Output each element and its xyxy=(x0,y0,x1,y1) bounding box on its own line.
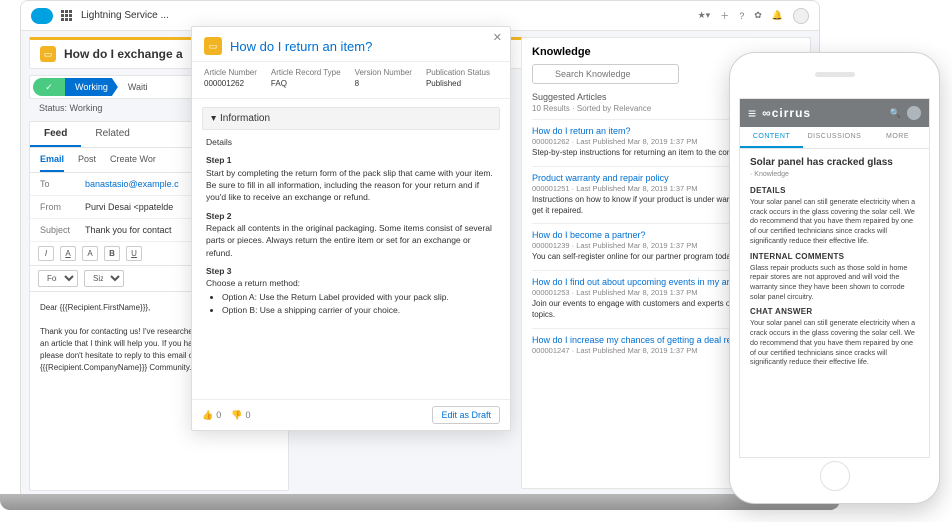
status-line: Status: Working xyxy=(39,103,102,113)
subtab-post[interactable]: Post xyxy=(78,148,96,172)
path-stage-working[interactable]: Working xyxy=(65,78,118,96)
phone-tab-discussions[interactable]: DISCUSSIONS xyxy=(803,127,866,148)
thumbs-down-icon: 👎 xyxy=(231,410,242,421)
page-title: How do I exchange a xyxy=(64,47,183,61)
to-value[interactable]: banastasio@example.c xyxy=(85,179,179,189)
favorite-icon[interactable]: ★▾ xyxy=(698,10,711,21)
step3-heading: Step 3 xyxy=(206,265,496,277)
thumbs-up-button[interactable]: 👍0 xyxy=(202,410,221,421)
salesforce-logo-icon xyxy=(31,8,53,24)
step3-option-b: Option B: Use a shipping carrier of your… xyxy=(222,304,496,316)
section-text: Your solar panel can still generate elec… xyxy=(750,318,919,367)
step2-heading: Step 2 xyxy=(206,210,496,222)
step1-text: Start by completing the return form of t… xyxy=(206,167,496,204)
breadcrumb: · Knowledge xyxy=(750,171,919,178)
laptop-base xyxy=(0,494,840,510)
underline-a-button[interactable]: A xyxy=(60,246,76,261)
search-input[interactable] xyxy=(532,64,679,84)
phone-frame: ≡ ∞cirrus 🔍 CONTENT DISCUSSIONS MORE Sol… xyxy=(729,52,940,504)
step3-text: Choose a return method: xyxy=(206,277,496,289)
article-icon: ▭ xyxy=(40,46,56,62)
section-text: Your solar panel can still generate elec… xyxy=(750,197,919,246)
phone-header: ≡ ∞cirrus 🔍 xyxy=(740,99,929,127)
add-icon[interactable]: ＋ xyxy=(720,9,729,22)
section-heading: CHAT ANSWER xyxy=(750,307,919,316)
modal-title: How do I return an item? xyxy=(230,39,372,54)
font-select[interactable]: Font xyxy=(38,270,78,287)
italic-button[interactable]: I xyxy=(38,246,54,261)
thumbs-down-button[interactable]: 👎0 xyxy=(231,410,250,421)
underline-button[interactable]: U xyxy=(126,246,142,261)
step2-text: Repack all contents in the original pack… xyxy=(206,222,496,259)
thumbs-up-icon: 👍 xyxy=(202,410,213,421)
tab-related[interactable]: Related xyxy=(81,122,143,147)
close-icon[interactable]: ✕ xyxy=(493,31,502,44)
help-icon[interactable]: ? xyxy=(739,11,744,21)
from-label: From xyxy=(40,202,85,212)
path-stage-next[interactable]: Waiti xyxy=(118,82,148,92)
subject-label: Subject xyxy=(40,225,85,235)
size-select[interactable]: Size xyxy=(84,270,124,287)
search-icon[interactable]: 🔍 xyxy=(890,108,901,119)
section-heading: DETAILS xyxy=(750,186,919,195)
bell-icon[interactable]: 🔔 xyxy=(772,10,783,21)
avatar[interactable] xyxy=(793,8,809,24)
edit-as-draft-button[interactable]: Edit as Draft xyxy=(432,406,500,424)
subject-value[interactable]: Thank you for contact xyxy=(85,225,172,235)
section-heading: INTERNAL COMMENTS xyxy=(750,252,919,261)
details-label: Details xyxy=(206,136,496,148)
gear-icon[interactable]: ✿ xyxy=(754,10,762,21)
article-icon: ▭ xyxy=(204,37,222,55)
hamburger-icon[interactable]: ≡ xyxy=(748,105,756,121)
avatar[interactable] xyxy=(907,106,921,120)
subtab-email[interactable]: Email xyxy=(40,148,64,172)
article-modal: ▭ How do I return an item? ✕ Article Num… xyxy=(191,26,511,431)
step1-heading: Step 1 xyxy=(206,154,496,166)
phone-tab-content[interactable]: CONTENT xyxy=(740,127,803,148)
app-name: Lightning Service ... xyxy=(81,10,169,21)
path-complete-icon[interactable]: ✓ xyxy=(33,78,65,96)
subtab-create[interactable]: Create Wor xyxy=(110,148,156,172)
bold-button[interactable]: B xyxy=(104,246,120,261)
step3-option-a: Option A: Use the Return Label provided … xyxy=(222,291,496,303)
app-launcher-icon[interactable] xyxy=(61,10,73,22)
brand-logo: ∞cirrus xyxy=(762,106,811,120)
to-label: To xyxy=(40,179,85,189)
phone-tab-more[interactable]: MORE xyxy=(866,127,929,148)
text-bg-button[interactable]: A xyxy=(82,246,98,261)
modal-meta: Article Number000001262 Article Record T… xyxy=(192,62,510,99)
section-text: Glass repair products such as those sold… xyxy=(750,263,919,302)
article-title: Solar panel has cracked glass xyxy=(750,157,919,168)
chevron-down-icon: ▸ xyxy=(208,116,219,121)
topbar-actions: ★▾ ＋ ? ✿ 🔔 xyxy=(698,8,809,24)
from-value[interactable]: Purvi Desai <ppatelde xyxy=(85,202,173,212)
tab-feed[interactable]: Feed xyxy=(30,122,81,147)
knowledge-title: Knowledge xyxy=(532,46,591,58)
info-section-header[interactable]: ▸Information xyxy=(202,107,500,130)
laptop-frame: Lightning Service ... ★▾ ＋ ? ✿ 🔔 ▭ How d… xyxy=(20,0,820,495)
